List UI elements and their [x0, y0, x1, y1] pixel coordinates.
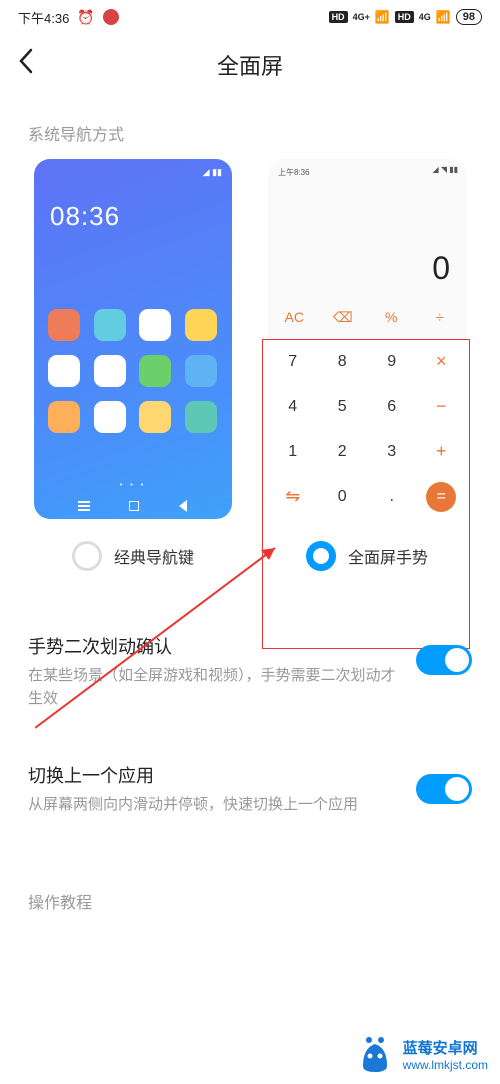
hd1-icon: HD [329, 11, 348, 23]
setting-title: 手势二次划动确认 [28, 633, 398, 659]
radio-label-classic: 经典导航键 [114, 544, 194, 568]
switch-switch-app[interactable] [416, 774, 472, 804]
calc-key: 2 [318, 443, 368, 461]
preview-app-icon [185, 355, 217, 387]
calc-key: 8 [318, 353, 368, 371]
preview-status-icons: ◢ ▮▮ [203, 167, 222, 178]
preview-navbar [34, 499, 232, 511]
status-bar: 下午4:36 ⏰ HD 4G+ 📶 HD 4G 📶 98 [0, 0, 500, 34]
switch-gesture-confirm[interactable] [416, 645, 472, 675]
calc-top-ops: AC⌫%÷ [268, 303, 466, 336]
battery-level: 98 [456, 9, 482, 25]
calc-op-key: ÷ [416, 309, 465, 326]
signal2-icon: 📶 [436, 10, 451, 24]
preview-home-time: 08:36 [50, 201, 120, 232]
radio-gesture[interactable] [306, 541, 336, 571]
preview-app-icon [139, 355, 171, 387]
calc-key: 6 [367, 398, 417, 416]
calc-key: 1 [268, 443, 318, 461]
calc-op-key: % [367, 309, 416, 326]
signal1-icon: 📶 [375, 10, 390, 24]
calc-key: 5 [318, 398, 368, 416]
setting-text: 切换上一个应用 从屏幕两侧向内滑动并停顿，快速切换上一个应用 [28, 762, 398, 817]
preview-app-icon [94, 309, 126, 341]
calc-op-key: ⌫ [319, 309, 368, 326]
preview-app-icon [185, 401, 217, 433]
header: 全面屏 [0, 34, 500, 91]
preview-calc-time: 上午8:36 [278, 167, 310, 178]
preview-app-icon [48, 401, 80, 433]
header-title: 全面屏 [0, 49, 500, 81]
settings-list: 手势二次划动确认 在某些场景（如全屏游戏和视频），手势需要二次划动才生效 切换上… [0, 571, 500, 843]
watermark: 蓝莓安卓网 www.lmkjst.com [355, 1036, 488, 1076]
preview-app-icon [94, 401, 126, 433]
setting-text: 手势二次划动确认 在某些场景（如全屏游戏和视频），手势需要二次划动才生效 [28, 633, 398, 710]
preview-app-icon [139, 401, 171, 433]
setting-switch-app[interactable]: 切换上一个应用 从屏幕两侧向内滑动并停顿，快速切换上一个应用 [28, 736, 472, 843]
calc-key: 9 [367, 353, 417, 371]
preview-nav-back-icon [176, 499, 188, 511]
calc-key: 4 [268, 398, 318, 416]
calc-key: 7 [268, 353, 318, 371]
preview-classic: ◢ ▮▮ 08:36 • • • [34, 159, 232, 519]
radio-classic[interactable] [72, 541, 102, 571]
preview-app-icon [94, 355, 126, 387]
preview-calc-status-icons: ◢ ◥ ▮▮ [432, 165, 458, 174]
calc-key: = [417, 482, 467, 512]
status-time: 下午4:36 [18, 8, 69, 27]
preview-app-icon [48, 309, 80, 341]
radio-row-classic[interactable]: 经典导航键 [72, 541, 194, 571]
calc-key: . [367, 488, 417, 506]
setting-desc: 从屏幕两侧向内滑动并停顿，快速切换上一个应用 [28, 794, 398, 817]
sim2-4g-icon: 4G [419, 12, 431, 22]
preview-app-icon [139, 309, 171, 341]
preview-nav-home-icon [127, 499, 139, 511]
calc-key: × [417, 351, 467, 372]
calc-keypad: 789× 456− 123+ ⇋0.= [268, 339, 466, 519]
calc-key: 0 [318, 488, 368, 506]
calc-key: − [417, 396, 467, 417]
hd2-icon: HD [395, 11, 414, 23]
radio-row-gesture[interactable]: 全面屏手势 [306, 541, 428, 571]
section-label: 系统导航方式 [0, 91, 500, 159]
status-left: 下午4:36 ⏰ [18, 8, 119, 27]
calc-key: 3 [367, 443, 417, 461]
watermark-title: 蓝莓安卓网 [403, 1040, 488, 1058]
tutorial-section-label: 操作教程 [0, 843, 500, 913]
watermark-logo-icon [355, 1036, 395, 1076]
sim1-4g-icon: 4G+ [353, 12, 370, 22]
preview-app-icon [48, 355, 80, 387]
setting-title: 切换上一个应用 [28, 762, 398, 788]
nav-mode-choices: ◢ ▮▮ 08:36 • • • 经典导航键 上午8:36 ◢ ◥ ▮▮ 0 A… [0, 159, 500, 571]
choice-gesture[interactable]: 上午8:36 ◢ ◥ ▮▮ 0 AC⌫%÷ 789×456−123+⇋0.= 全… [262, 159, 472, 571]
preview-nav-menu-icon [78, 499, 90, 511]
setting-gesture-confirm[interactable]: 手势二次划动确认 在某些场景（如全屏游戏和视频），手势需要二次划动才生效 [28, 607, 472, 736]
watermark-url: www.lmkjst.com [403, 1058, 488, 1072]
alarm-icon: ⏰ [77, 9, 94, 26]
preview-gesture: 上午8:36 ◢ ◥ ▮▮ 0 AC⌫%÷ 789×456−123+⇋0.= [268, 159, 466, 519]
notification-dot-icon [103, 9, 119, 25]
calc-display: 0 [268, 185, 466, 301]
calc-key: + [417, 441, 467, 462]
status-right: HD 4G+ 📶 HD 4G 📶 98 [329, 9, 482, 25]
preview-page-dots: • • • [34, 482, 232, 489]
preview-app-icon [185, 309, 217, 341]
setting-desc: 在某些场景（如全屏游戏和视频），手势需要二次划动才生效 [28, 665, 398, 710]
watermark-text: 蓝莓安卓网 www.lmkjst.com [403, 1040, 488, 1072]
choice-classic[interactable]: ◢ ▮▮ 08:36 • • • 经典导航键 [28, 159, 238, 571]
radio-label-gesture: 全面屏手势 [348, 544, 428, 568]
calc-op-key: AC [270, 309, 319, 326]
preview-app-grid [48, 309, 218, 433]
calc-key: ⇋ [268, 486, 318, 507]
